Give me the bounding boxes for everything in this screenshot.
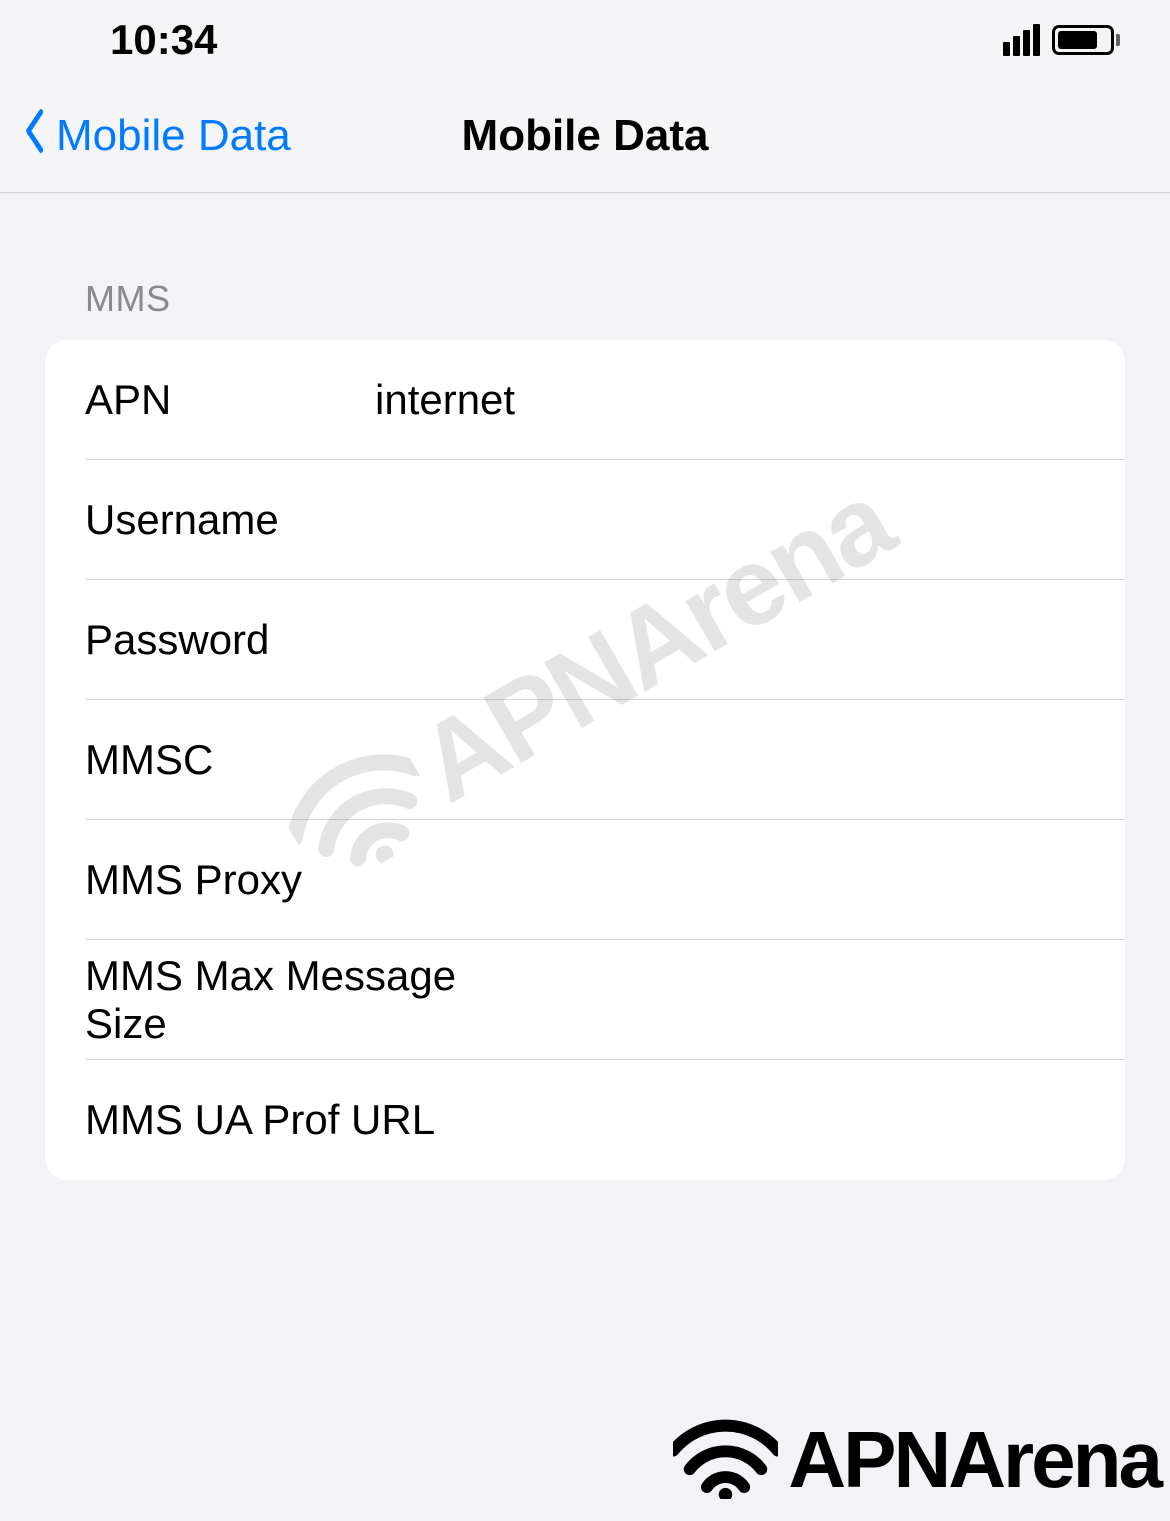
watermark-bottom: APNArena [673, 1414, 1160, 1506]
watermark-text: APNArena [788, 1414, 1160, 1506]
settings-group: APN Username Password MMSC MMS Proxy MMS… [45, 340, 1125, 1180]
back-button[interactable]: Mobile Data [20, 108, 291, 165]
row-password[interactable]: Password [45, 580, 1125, 700]
status-time: 10:34 [110, 16, 217, 64]
label-mms-proxy: MMS Proxy [85, 856, 375, 904]
label-mmsc: MMSC [85, 736, 375, 784]
label-username: Username [85, 496, 375, 544]
row-username[interactable]: Username [45, 460, 1125, 580]
page-title: Mobile Data [462, 111, 709, 161]
row-mmsc[interactable]: MMSC [45, 700, 1125, 820]
wifi-icon [673, 1417, 778, 1504]
row-mms-proxy[interactable]: MMS Proxy [45, 820, 1125, 940]
back-label: Mobile Data [56, 111, 291, 161]
battery-icon [1052, 25, 1120, 55]
label-mms-max-size: MMS Max Message Size [85, 952, 544, 1048]
chevron-left-icon [24, 108, 44, 165]
input-mms-ua-prof[interactable] [435, 1096, 1085, 1144]
label-password: Password [85, 616, 375, 664]
input-password[interactable] [375, 616, 1085, 664]
nav-bar: Mobile Data Mobile Data [0, 80, 1170, 193]
input-mmsc[interactable] [375, 736, 1085, 784]
status-bar: 10:34 [0, 0, 1170, 80]
input-mms-max-size[interactable] [544, 976, 1085, 1024]
content: MMS APN Username Password MMSC MMS Proxy… [0, 193, 1170, 1180]
label-mms-ua-prof: MMS UA Prof URL [85, 1096, 435, 1144]
input-username[interactable] [375, 496, 1085, 544]
cellular-signal-icon [1003, 24, 1040, 56]
row-apn[interactable]: APN [45, 340, 1125, 460]
status-right [1003, 24, 1120, 56]
row-mms-ua-prof[interactable]: MMS UA Prof URL [45, 1060, 1125, 1180]
input-mms-proxy[interactable] [375, 856, 1085, 904]
row-mms-max-size[interactable]: MMS Max Message Size [45, 940, 1125, 1060]
section-header-mms: MMS [45, 193, 1125, 340]
label-apn: APN [85, 376, 375, 424]
input-apn[interactable] [375, 376, 1085, 424]
